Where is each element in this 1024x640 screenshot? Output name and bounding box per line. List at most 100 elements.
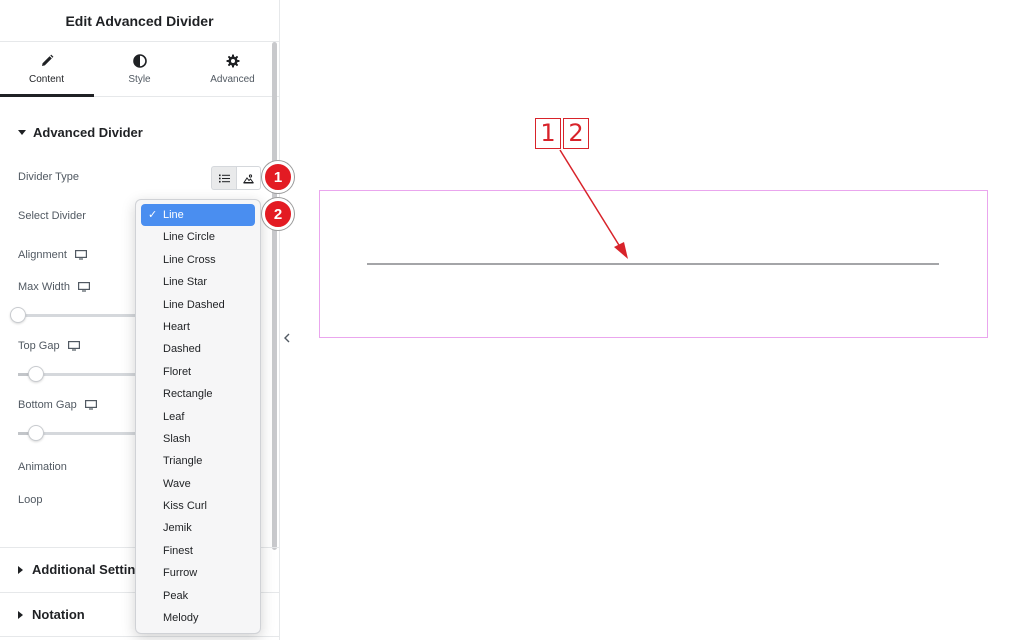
- dropdown-option-label: Line Dashed: [163, 298, 225, 311]
- dropdown-option-label: Line Star: [163, 276, 208, 289]
- dropdown-option[interactable]: Finest: [141, 540, 255, 562]
- dropdown-option-label: Floret: [163, 365, 192, 378]
- panel-title: Edit Advanced Divider: [65, 12, 214, 29]
- dropdown-option[interactable]: Line Star: [141, 271, 255, 293]
- divider-type-label: Divider Type: [18, 171, 79, 183]
- callout-label-1: 1: [535, 118, 561, 149]
- bottom-gap-slider[interactable]: [18, 425, 143, 441]
- half-circle-icon: [132, 53, 147, 68]
- select-divider-text: Select Divider: [18, 210, 86, 222]
- section-title: Advanced Divider: [33, 125, 143, 140]
- dropdown-option-label: Furrow: [163, 567, 198, 580]
- dropdown-option-label: Kiss Curl: [163, 500, 208, 513]
- tab-advanced-label: Advanced: [210, 73, 255, 85]
- bottom-gap-slider-handle[interactable]: [28, 425, 44, 441]
- step-marker-2: 2: [262, 198, 294, 230]
- monitor-icon[interactable]: [74, 250, 87, 260]
- caret-down-icon: [18, 130, 26, 135]
- dropdown-option[interactable]: Triangle: [141, 450, 255, 472]
- dropdown-option[interactable]: Kiss Curl: [141, 495, 255, 517]
- panel-header: Edit Advanced Divider: [0, 0, 279, 42]
- tab-content-label: Content: [28, 73, 65, 85]
- section-notation-title: Notation: [32, 607, 85, 622]
- dropdown-option-label: Peak: [163, 589, 189, 602]
- dropdown-option[interactable]: Jemik: [141, 517, 255, 539]
- chevron-left-icon: [284, 333, 290, 343]
- loop-label: Loop: [18, 494, 42, 506]
- bottom-gap-text: Bottom Gap: [18, 399, 77, 411]
- dropdown-option-label: Melody: [163, 612, 199, 625]
- tab-style[interactable]: Style: [93, 42, 186, 96]
- dropdown-option-label: Jemik: [163, 522, 192, 535]
- max-width-slider[interactable]: [10, 307, 143, 323]
- monitor-icon[interactable]: [67, 341, 80, 351]
- dropdown-option[interactable]: Leaf: [141, 406, 255, 428]
- max-width-label: Max Width: [18, 281, 90, 293]
- select-divider-label: Select Divider: [18, 210, 86, 222]
- rendered-divider-line: [367, 263, 939, 265]
- select-divider-dropdown: ✓ Line Line Circle Line Cross Line Star Line …: [135, 199, 261, 634]
- dropdown-option[interactable]: Floret: [141, 361, 255, 383]
- dropdown-option-label: Rectangle: [163, 388, 213, 401]
- dropdown-option[interactable]: Melody: [141, 607, 255, 629]
- bottom-gap-label: Bottom Gap: [18, 399, 97, 411]
- list-icon: [218, 174, 230, 182]
- panel-collapse-button[interactable]: [281, 330, 293, 346]
- check-icon: ✓: [148, 209, 158, 221]
- dropdown-option[interactable]: Line Dashed: [141, 294, 255, 316]
- top-gap-label: Top Gap: [18, 340, 80, 352]
- section-divider: [0, 636, 279, 637]
- section-additional-setting-title: Additional Setting: [32, 562, 144, 577]
- section-notation-header[interactable]: Notation: [18, 607, 85, 622]
- dropdown-option[interactable]: Furrow: [141, 562, 255, 584]
- dropdown-option-label: Finest: [163, 544, 193, 557]
- monitor-icon[interactable]: [77, 282, 90, 292]
- top-gap-text: Top Gap: [18, 340, 60, 352]
- gear-icon: [226, 54, 239, 67]
- section-additional-setting-header[interactable]: Additional Setting: [18, 562, 143, 577]
- divider-type-text: Divider Type: [18, 171, 79, 183]
- step-marker-1: 1: [262, 161, 294, 193]
- panel-tabs: Content Style Advanced: [0, 42, 279, 97]
- tab-advanced[interactable]: Advanced: [186, 42, 279, 96]
- divider-type-toggle: [211, 166, 261, 190]
- dropdown-option-label: Dashed: [163, 343, 201, 356]
- dropdown-option[interactable]: Peak: [141, 585, 255, 607]
- max-width-text: Max Width: [18, 281, 70, 293]
- dropdown-option-label: Line Circle: [163, 231, 215, 244]
- dropdown-option-label: Line Cross: [163, 253, 216, 266]
- alignment-label: Alignment: [18, 249, 87, 261]
- top-gap-slider-handle[interactable]: [28, 366, 44, 382]
- dropdown-option-label: Slash: [163, 432, 191, 445]
- dropdown-option-label: Leaf: [163, 410, 185, 423]
- dropdown-option[interactable]: Rectangle: [141, 383, 255, 405]
- pencil-icon: [41, 54, 53, 66]
- dropdown-option-label: Line: [163, 209, 184, 221]
- divider-type-image-button[interactable]: [236, 166, 261, 190]
- dropdown-option[interactable]: Wave: [141, 473, 255, 495]
- divider-type-list-button[interactable]: [211, 166, 236, 190]
- caret-right-icon: [18, 565, 23, 574]
- dropdown-option[interactable]: Dashed: [141, 338, 255, 360]
- tab-style-label: Style: [128, 73, 151, 85]
- top-gap-slider[interactable]: [18, 366, 143, 382]
- dropdown-option[interactable]: Slash: [141, 428, 255, 450]
- dropdown-option[interactable]: Line Circle: [141, 226, 255, 248]
- max-width-slider-handle[interactable]: [10, 307, 26, 323]
- dropdown-option[interactable]: ✓ Line: [141, 204, 255, 227]
- tab-content[interactable]: Content: [0, 42, 93, 96]
- image-icon: [243, 173, 254, 183]
- section-advanced-divider-header[interactable]: Advanced Divider: [18, 125, 143, 140]
- caret-right-icon: [18, 610, 23, 619]
- dropdown-option-label: Triangle: [163, 455, 203, 468]
- loop-text: Loop: [18, 494, 43, 506]
- monitor-icon[interactable]: [84, 400, 97, 410]
- callout-label-2: 2: [563, 118, 589, 149]
- alignment-text: Alignment: [18, 249, 67, 261]
- dropdown-option-label: Wave: [163, 477, 191, 490]
- animation-text: Animation: [18, 461, 67, 473]
- active-tab-indicator: [0, 94, 94, 97]
- dropdown-option[interactable]: Heart: [141, 316, 255, 338]
- panel-scrollbar[interactable]: [272, 42, 277, 550]
- dropdown-option[interactable]: Line Cross: [141, 249, 255, 271]
